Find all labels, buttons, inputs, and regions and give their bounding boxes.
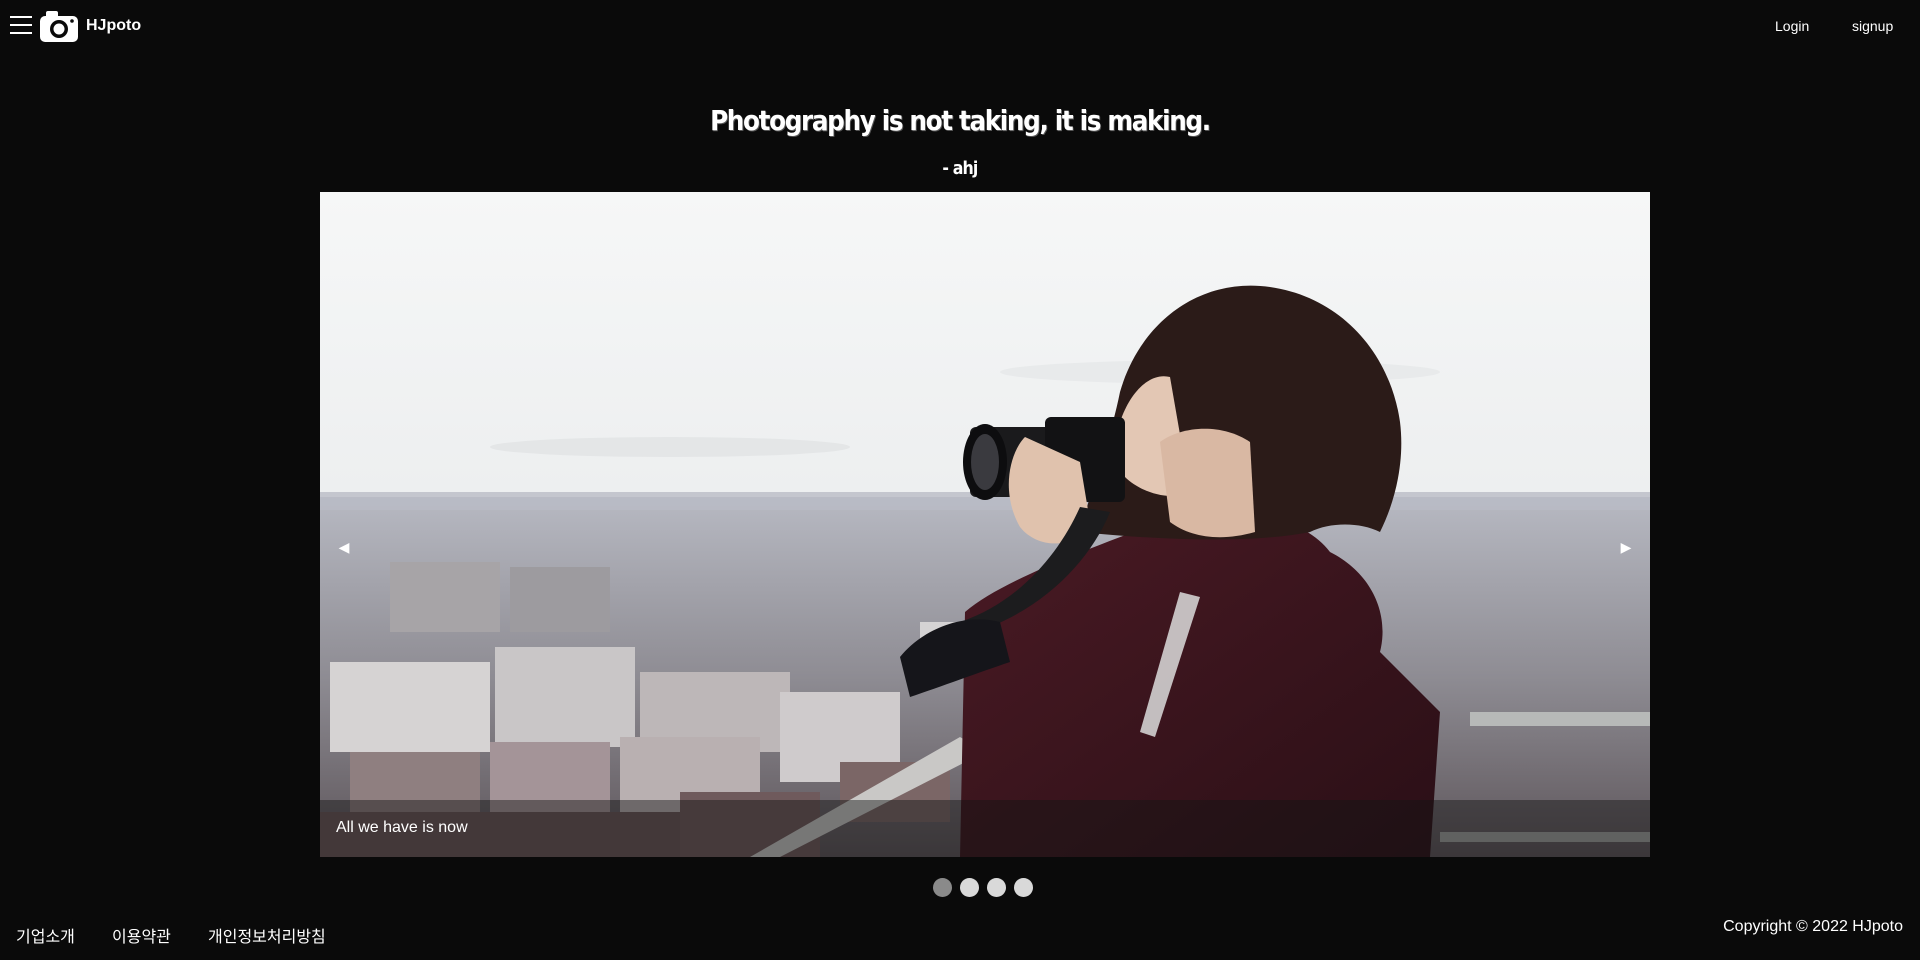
brand-logo[interactable]: HJpoto <box>38 8 141 44</box>
carousel-dot-1[interactable] <box>933 878 952 897</box>
carousel-dot-3[interactable] <box>987 878 1006 897</box>
hamburger-menu-icon[interactable] <box>10 16 32 36</box>
carousel-prev-button[interactable]: ◀ <box>334 537 354 557</box>
triangle-right-icon: ▶ <box>1620 539 1632 555</box>
quote-text: Photography is not taking, it is making. <box>710 104 1211 137</box>
signup-link[interactable]: signup <box>1852 18 1893 34</box>
quote-author: - ahj <box>942 158 978 179</box>
top-navbar: HJpoto Login signup <box>0 0 1920 52</box>
footer-link-privacy[interactable]: 개인정보처리방침 <box>208 923 326 947</box>
login-link[interactable]: Login <box>1775 18 1809 34</box>
footer-link-terms[interactable]: 이용약관 <box>112 923 171 947</box>
carousel-dot-4[interactable] <box>1014 878 1033 897</box>
hero-author: - ahj <box>0 158 1920 179</box>
photo-carousel[interactable]: ◀ ▶ All we have is now <box>320 192 1650 857</box>
carousel-slide-photo <box>320 192 1650 857</box>
hero-quote: Photography is not taking, it is making. <box>0 104 1920 144</box>
carousel-caption: All we have is now <box>336 819 468 836</box>
carousel-indicators <box>933 878 1033 897</box>
triangle-left-icon: ◀ <box>338 539 350 555</box>
footer-link-about[interactable]: 기업소개 <box>16 923 75 947</box>
carousel-dot-2[interactable] <box>960 878 979 897</box>
carousel-next-button[interactable]: ▶ <box>1616 537 1636 557</box>
brand-name: HJpoto <box>86 17 142 34</box>
footer-copyright: Copyright © 2022 HJpoto <box>1723 918 1903 935</box>
camera-icon <box>40 11 78 42</box>
carousel-caption-bar: All we have is now <box>320 800 1650 857</box>
